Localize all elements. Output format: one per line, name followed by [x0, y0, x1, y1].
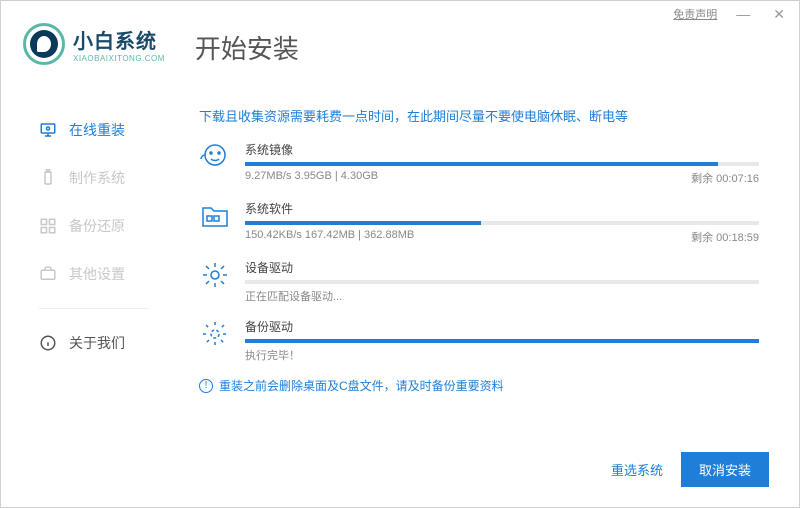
task-title: 设备驱动	[245, 259, 759, 276]
sidebar-item-make[interactable]: 制作系统	[39, 154, 179, 202]
image-face-icon	[199, 141, 231, 173]
page-title: 开始安装	[195, 29, 299, 66]
gear-dashed-icon	[199, 318, 231, 350]
task-title: 系统软件	[245, 200, 759, 217]
task-title: 备份驱动	[245, 318, 759, 335]
grid-icon	[39, 217, 57, 235]
sidebar-item-label: 备份还原	[69, 216, 125, 236]
sidebar-item-about[interactable]: 关于我们	[39, 319, 179, 367]
disclaimer-link[interactable]: 免责声明	[673, 6, 717, 22]
task-speed: 9.27MB/s 3.95GB | 4.30GB	[245, 170, 378, 186]
task-remaining: 剩余 00:07:16	[691, 170, 759, 186]
task-backup-driver: 备份驱动 执行完毕！	[199, 318, 759, 363]
sidebar-item-settings[interactable]: 其他设置	[39, 250, 179, 298]
folder-icon	[199, 200, 231, 232]
sidebar-item-label: 在线重装	[69, 120, 125, 140]
sidebar-item-label: 关于我们	[69, 333, 125, 353]
progress-bar	[245, 221, 759, 225]
task-driver: 设备驱动 正在匹配设备驱动...	[199, 259, 759, 304]
task-remaining: 剩余 00:18:59	[691, 229, 759, 245]
logo-en: XIAOBAIXITONG.COM	[73, 54, 165, 63]
progress-bar	[245, 162, 759, 166]
sidebar-item-backup[interactable]: 备份还原	[39, 202, 179, 250]
sidebar: 在线重装 制作系统 备份还原 其他设置 关于我们	[39, 86, 179, 394]
task-status: 执行完毕！	[245, 347, 759, 363]
progress-bar	[245, 280, 759, 284]
divider	[39, 308, 149, 309]
install-notice: 下载且收集资源需要耗费一点时间，在此期间尽量不要使电脑休眠、断电等	[199, 106, 759, 125]
task-title: 系统镜像	[245, 141, 759, 158]
sidebar-item-reinstall[interactable]: 在线重装	[39, 106, 179, 154]
minimize-icon[interactable]: —	[732, 6, 754, 22]
warning-text: 重装之前会删除桌面及C盘文件，请及时备份重要资料	[219, 377, 504, 394]
task-image: 系统镜像 9.27MB/s 3.95GB | 4.30GB 剩余 00:07:1…	[199, 141, 759, 186]
task-speed: 150.42KB/s 167.42MB | 362.88MB	[245, 229, 414, 245]
case-icon	[39, 265, 57, 283]
progress-bar	[245, 339, 759, 343]
info-icon	[39, 334, 57, 352]
app-logo: 小白系统 XIAOBAIXITONG.COM	[23, 23, 165, 65]
sidebar-item-label: 其他设置	[69, 264, 125, 284]
logo-cn: 小白系统	[73, 25, 165, 54]
task-status: 正在匹配设备驱动...	[245, 288, 759, 304]
reselect-button[interactable]: 重选系统	[611, 460, 663, 479]
gear-icon	[199, 259, 231, 291]
monitor-icon	[39, 121, 57, 139]
cancel-button[interactable]: 取消安装	[681, 452, 769, 487]
warning-notice: ! 重装之前会删除桌面及C盘文件，请及时备份重要资料	[199, 377, 759, 394]
warning-icon: !	[199, 379, 213, 393]
close-icon[interactable]: ✕	[769, 6, 789, 23]
usb-icon	[39, 169, 57, 187]
task-software: 系统软件 150.42KB/s 167.42MB | 362.88MB 剩余 0…	[199, 200, 759, 245]
sidebar-item-label: 制作系统	[69, 168, 125, 188]
